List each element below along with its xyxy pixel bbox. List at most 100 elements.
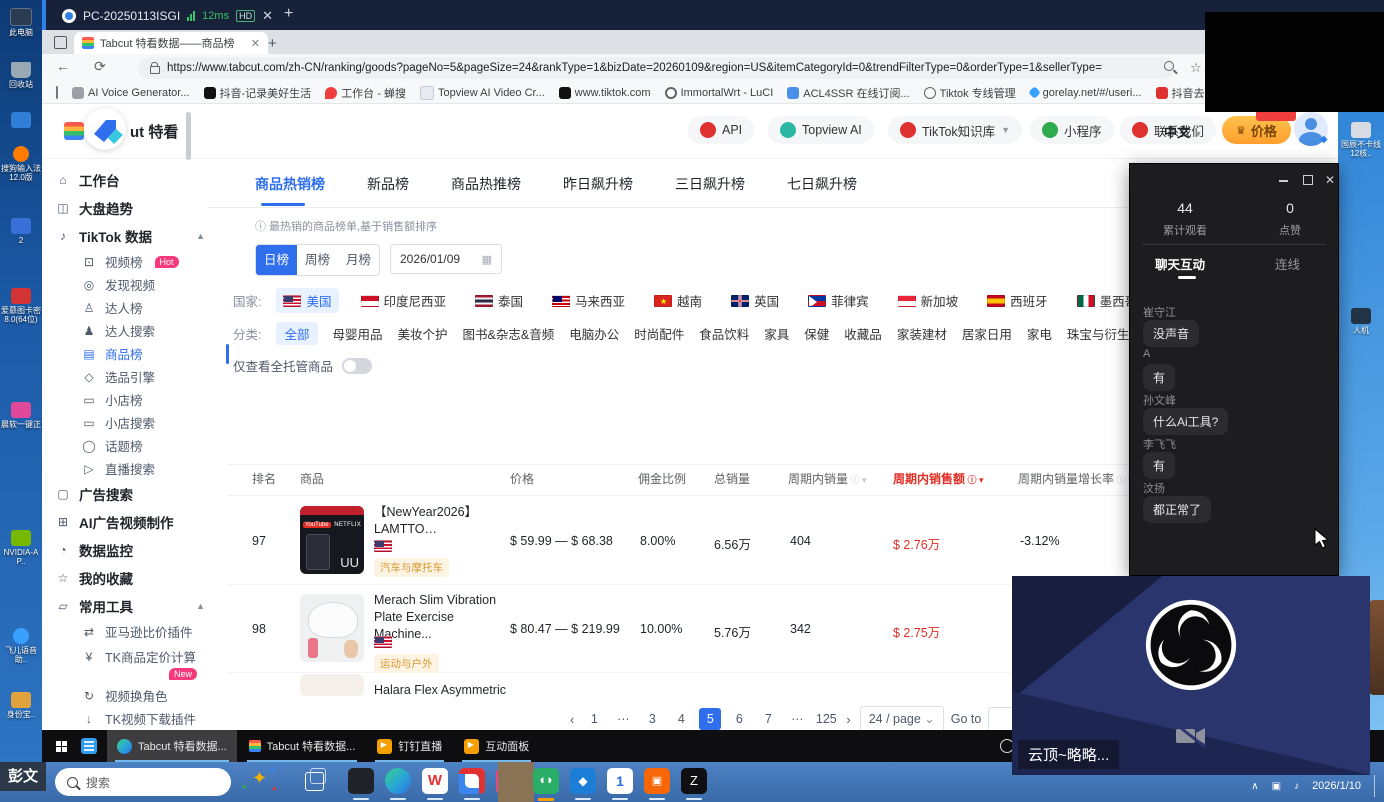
category-item[interactable]: 居家日用	[962, 324, 1012, 343]
side-panel-icon[interactable]	[56, 86, 58, 99]
sidebar-item-favorites[interactable]: ☆我的收藏	[55, 564, 205, 592]
desktop-icon-nvidia[interactable]: NVIDIA-AP..	[0, 530, 42, 566]
taskbar-app-capcut[interactable]	[348, 768, 374, 794]
desktop-icon-2[interactable]: 2	[0, 218, 42, 245]
tray-network-icon[interactable]: ▣	[1272, 781, 1281, 792]
tab-3day-surge[interactable]: 三日飙升榜	[675, 174, 745, 206]
managed-toggle[interactable]	[342, 358, 372, 374]
minimize-icon[interactable]	[1278, 174, 1290, 186]
country-gb[interactable]: 英国	[724, 288, 786, 313]
country-th[interactable]: 泰国	[468, 288, 530, 313]
copilot-sparkle-icon[interactable]: ✦✦●●	[242, 766, 292, 798]
sidebar-section-tiktok-data[interactable]: ♪TikTok 数据▲	[55, 222, 205, 250]
page-6[interactable]: 6	[728, 708, 750, 730]
tab-hot-sales[interactable]: 商品热销榜	[255, 174, 325, 206]
country-id[interactable]: 印度尼西亚	[354, 288, 454, 313]
bookmark-item[interactable]: ImmortalWrt - LuCI	[665, 87, 774, 99]
sidebar-item-amazon-price[interactable]: ⇄亚马逊比价插件	[55, 620, 205, 643]
date-picker[interactable]: 2026/01/09▦	[390, 244, 502, 274]
url-bar[interactable]: https://www.tabcut.com/zh-CN/ranking/goo…	[138, 57, 1174, 79]
tab-7day-surge[interactable]: 七日飙升榜	[787, 174, 857, 206]
category-all[interactable]: 全部	[276, 322, 317, 345]
period-daily[interactable]: 日榜	[256, 245, 297, 275]
sidebar-item-ad-search[interactable]: ▢广告搜索	[55, 480, 205, 508]
col-period-revenue[interactable]: 周期内销售额	[893, 470, 984, 487]
tab-connect[interactable]: 连线	[1275, 254, 1300, 273]
category-item[interactable]: 图书&杂志&音频	[463, 324, 555, 343]
taskbar-app-meeting[interactable]	[459, 768, 485, 794]
col-period-sales[interactable]: 周期内销量	[788, 470, 867, 487]
ellipsis[interactable]: ···	[786, 708, 808, 730]
country-es[interactable]: 西班牙	[980, 288, 1055, 313]
page-4[interactable]: 4	[670, 708, 692, 730]
bookmark-item[interactable]: gorelay.net/#/useri...	[1030, 87, 1142, 99]
sidebar-item-video-swap[interactable]: ↻视频换角色	[55, 684, 205, 707]
tray-chevron-icon[interactable]: ∧	[1251, 781, 1258, 792]
sidebar-item-creator-search[interactable]: ♟达人搜索	[55, 319, 205, 342]
reload-icon[interactable]: ⟳	[94, 58, 106, 75]
prev-page-icon[interactable]: ‹	[568, 712, 576, 727]
bookmark-item[interactable]: ACL4SSR 在线订阅...	[787, 85, 909, 101]
taskbar-app-z[interactable]: Z	[681, 768, 707, 794]
back-icon[interactable]: ←	[56, 58, 70, 74]
category-item[interactable]: 美妆个护	[398, 324, 448, 343]
tab-yesterday-surge[interactable]: 昨日飙升榜	[563, 174, 633, 206]
tab-chat-interaction[interactable]: 聊天互动	[1155, 254, 1205, 273]
page-7[interactable]: 7	[757, 708, 779, 730]
sidebar-section-tools[interactable]: ▱常用工具▲	[55, 592, 205, 620]
desktop-icon-app[interactable]	[0, 112, 42, 130]
bookmark-item[interactable]: 工作台 - 蝉搜	[325, 85, 406, 101]
country-us[interactable]: 美国	[276, 288, 338, 313]
tabcut-logo[interactable]	[84, 108, 126, 150]
taskbar-app-doc[interactable]: 1	[607, 768, 633, 794]
sidebar-item-shop-rank[interactable]: ▭小店榜	[55, 388, 205, 411]
country-sg[interactable]: 新加坡	[891, 288, 966, 313]
category-item[interactable]: 收藏品	[844, 324, 882, 343]
product-thumbnail[interactable]: YouTube NETFLIX UU	[300, 506, 364, 574]
sidebar-item-tk-downloader[interactable]: ↓TK视频下载插件	[55, 707, 205, 730]
new-session-button[interactable]: +	[284, 5, 293, 23]
category-item[interactable]: 家电	[1027, 324, 1052, 343]
desktop-icon-idcard[interactable]: 身份宝..	[0, 692, 42, 719]
sidebar-item-topic-rank[interactable]: ◯话题榜	[55, 434, 205, 457]
nav-api[interactable]: API	[688, 116, 754, 144]
sidebar-item-live-search[interactable]: ▷直播搜索	[55, 457, 205, 480]
product-title[interactable]: Halara Flex Asymmetric	[374, 682, 514, 699]
close-tab-icon[interactable]: ✕	[251, 37, 260, 50]
sidebar-item-tk-pricing[interactable]: ¥TK商品定价计算	[55, 643, 205, 670]
close-icon[interactable]: ✕	[1325, 174, 1337, 186]
desktop-icon-guochen[interactable]: 国辰不卡线 12核..	[1338, 122, 1384, 158]
task-view-icon[interactable]	[305, 772, 324, 791]
taskbar-app-wps[interactable]: W	[422, 768, 448, 794]
tab-new-products[interactable]: 新品榜	[367, 174, 409, 206]
page-size-select[interactable]: 24 / page	[860, 706, 944, 730]
nav-topview-ai[interactable]: Topview AI	[768, 116, 874, 144]
product-thumbnail[interactable]	[300, 674, 364, 696]
page-3[interactable]: 3	[641, 708, 663, 730]
page-125[interactable]: 125	[815, 708, 837, 730]
ellipsis[interactable]: ···	[612, 708, 634, 730]
browser-tab[interactable]: Tabcut 特看数据——商品榜 ✕	[74, 32, 268, 54]
sidebar-item-ai-ad-video[interactable]: ⊞AI广告视频制作	[55, 508, 205, 536]
remote-session-tab[interactable]: PC-20250113ISGI 12ms HD ✕	[52, 3, 283, 29]
bookmark-item[interactable]: AI Voice Generator...	[72, 87, 190, 99]
desktop-icon-this-pc[interactable]: 此电脑	[0, 8, 42, 37]
sidebar-item-data-monitor[interactable]: ◔数据监控	[55, 536, 205, 564]
desktop-icon-restore[interactable]: 晨软一键正	[0, 402, 42, 429]
category-item[interactable]: 家装建材	[897, 324, 947, 343]
country-my[interactable]: 马来西亚	[545, 288, 632, 313]
col-period-growth[interactable]: 周期内销量增长率	[1018, 470, 1133, 487]
sidebar-item-creator-rank[interactable]: ♙达人榜	[55, 296, 205, 319]
taskbar-app-tabcut-edge[interactable]: Tabcut 特看数据...	[107, 730, 237, 762]
taskbar-app-interactive-panel[interactable]: 互动面板	[454, 730, 539, 762]
page-1[interactable]: 1	[583, 708, 605, 730]
notification-edge[interactable]	[1374, 775, 1378, 797]
sidebar-item-shop-search[interactable]: ▭小店搜索	[55, 411, 205, 434]
close-icon[interactable]: ✕	[262, 8, 273, 24]
category-item[interactable]: 电脑办公	[569, 324, 619, 343]
category-item[interactable]: 食品饮料	[699, 324, 749, 343]
desktop-icon-sogou[interactable]: 搜狗输入法 12.0版	[0, 146, 42, 182]
taskbar-app-dingtalk-live[interactable]: 钉钉直播	[367, 730, 452, 762]
taskbar-app-blue[interactable]: ◆	[570, 768, 596, 794]
category-item[interactable]: 家具	[764, 324, 789, 343]
